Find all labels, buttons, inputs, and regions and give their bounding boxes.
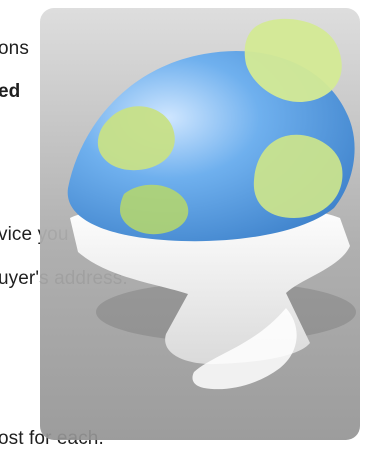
text-line-1: ons	[0, 38, 29, 59]
text-line-3: vice you offer, or Calculated t	[0, 223, 252, 247]
text-line-3-suffix: t	[241, 224, 253, 245]
background-document: ons ed vice you offer, or Calculated t u…	[0, 0, 371, 452]
text-line-4: uyer's address.	[0, 268, 128, 289]
text-line-3-prefix: vice you offer, or	[0, 224, 145, 245]
text-line-3-bold: Calculated	[144, 224, 242, 245]
text-line-5: ost for each.	[0, 428, 104, 449]
text-line-2: ed	[0, 81, 21, 102]
